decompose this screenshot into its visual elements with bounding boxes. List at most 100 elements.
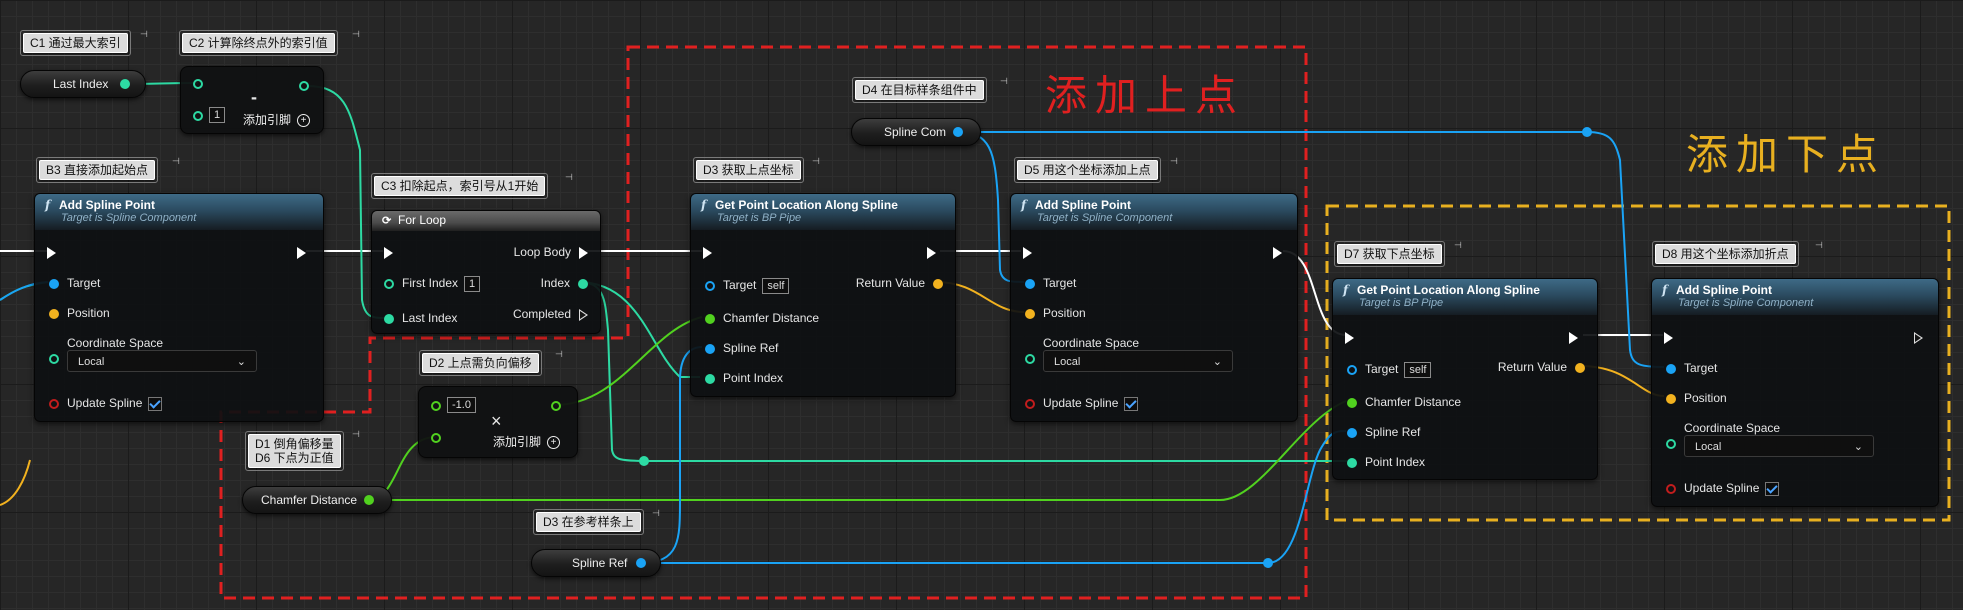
comment-c2[interactable]: C2 计算除终点外的索引值 (179, 30, 338, 56)
comment-c1[interactable]: C1 通过最大索引 (20, 30, 131, 56)
point-index-pin[interactable] (1347, 457, 1357, 468)
exec-arrow-icon[interactable] (579, 246, 588, 259)
subtract-input-b-pin[interactable] (193, 111, 203, 121)
exec-out-pin[interactable] (1569, 329, 1578, 345)
exec-in-pin[interactable] (703, 244, 712, 260)
coordinate-space-pin[interactable] (49, 354, 59, 364)
multiply-value-input[interactable]: -1.0 (447, 397, 476, 413)
multiply-input-a-pin[interactable] (431, 401, 441, 411)
comment-d7[interactable]: D7 获取下点坐标 (1334, 241, 1445, 267)
position-pin[interactable] (1666, 393, 1676, 404)
exec-in-pin[interactable] (47, 244, 56, 260)
return-value-pin[interactable] (933, 278, 943, 289)
comment-d3-ref[interactable]: D3 在参考样条上 (533, 509, 644, 535)
update-spline-checkbox[interactable] (148, 396, 163, 411)
chamfer-distance-pin-row[interactable]: Chamfer Distance (705, 310, 819, 326)
coordinate-space-dropdown[interactable]: Local ⌄ (1043, 350, 1233, 372)
add-spline-point-node-d8[interactable]: f Add Spline Point Target is Spline Compo… (1651, 278, 1939, 507)
subtract-node[interactable]: - 1 添加引脚 + (180, 66, 324, 134)
subtract-value-input[interactable]: 1 (209, 107, 226, 123)
completed-pin-row[interactable]: Completed (513, 306, 588, 322)
for-loop-node[interactable]: ⟳ For Loop Loop Body First Index 1 Index L… (371, 210, 601, 334)
comment-b3[interactable]: B3 直接添加起始点 (35, 157, 159, 183)
comment-d5[interactable]: D5 用这个坐标添加上点 (1014, 157, 1161, 183)
comment-d2[interactable]: D2 上点需负向偏移 (419, 350, 542, 376)
multiply-input-b-pin[interactable] (431, 433, 441, 443)
last-index-pin-row[interactable]: Last Index (384, 310, 457, 326)
last-index-pin[interactable] (384, 313, 394, 324)
position-pin-row[interactable]: Position (1025, 305, 1086, 321)
loop-body-pin-row[interactable]: Loop Body (514, 244, 588, 260)
coordinate-space-pin[interactable] (1025, 354, 1035, 364)
update-spline-checkbox[interactable] (1765, 481, 1780, 496)
index-pin-row[interactable]: Index (541, 275, 588, 291)
comment-d4[interactable]: D4 在目标样条组件中 (852, 77, 987, 103)
target-pin[interactable] (1666, 363, 1676, 374)
update-spline-pin[interactable] (49, 398, 59, 409)
position-pin-row[interactable]: Position (49, 305, 110, 321)
comment-pin-icon[interactable]: ⊣ (812, 157, 820, 166)
update-spline-pin[interactable] (1666, 483, 1676, 494)
comment-pin-icon[interactable]: ⊣ (352, 30, 360, 39)
coordinate-space-pin[interactable] (1666, 439, 1676, 449)
return-value-pin-row[interactable]: Return Value (856, 275, 943, 291)
chamfer-distance-pin[interactable] (705, 313, 715, 324)
get-point-location-node-lower[interactable]: f Get Point Location Along Spline Target … (1332, 278, 1598, 480)
target-pin[interactable] (1025, 278, 1035, 289)
comment-pin-icon[interactable]: ⊣ (565, 173, 573, 182)
spline-ref-output-pin[interactable] (636, 558, 646, 568)
exec-in-pin[interactable] (384, 244, 393, 260)
last-index-variable-node[interactable]: Last Index (20, 70, 146, 98)
subtract-input-a-pin[interactable] (193, 79, 203, 89)
subtract-output-pin[interactable] (299, 81, 309, 91)
point-index-pin-row[interactable]: Point Index (1347, 454, 1425, 470)
first-index-pin[interactable] (384, 278, 394, 289)
target-pin-row[interactable]: Target (1025, 275, 1076, 291)
index-pin[interactable] (578, 278, 588, 289)
spline-ref-pin[interactable] (1347, 427, 1357, 438)
target-pin[interactable] (705, 280, 715, 291)
spline-ref-pin[interactable] (705, 343, 715, 354)
target-pin[interactable] (49, 278, 59, 289)
update-spline-pin-row[interactable]: Update Spline (49, 395, 163, 411)
point-index-pin-row[interactable]: Point Index (705, 370, 783, 386)
comment-pin-icon[interactable]: ⊣ (172, 157, 180, 166)
spline-ref-pin-row[interactable]: Spline Ref (705, 340, 778, 356)
target-pin-row[interactable]: Target self (1347, 361, 1432, 378)
comment-d8[interactable]: D8 用这个坐标添加折点 (1652, 241, 1799, 267)
position-pin[interactable] (1025, 308, 1035, 319)
update-spline-checkbox[interactable] (1124, 396, 1139, 411)
position-pin-row[interactable]: Position (1666, 390, 1727, 406)
multiply-add-pin-button[interactable]: 添加引脚 + (493, 433, 561, 450)
spline-com-variable-node[interactable]: Spline Com (851, 118, 981, 146)
return-value-pin-row[interactable]: Return Value (1498, 359, 1585, 375)
coordinate-space-dropdown[interactable]: Local ⌄ (1684, 435, 1874, 457)
return-value-pin[interactable] (1575, 362, 1585, 373)
multiply-node[interactable]: -1.0 × 添加引脚 + (418, 386, 578, 458)
comment-pin-icon[interactable]: ⊣ (140, 30, 148, 39)
add-spline-point-node-b3[interactable]: f Add Spline Point Target is Spline Compo… (34, 193, 324, 422)
spline-ref-variable-node[interactable]: Spline Ref (531, 549, 661, 577)
comment-pin-icon[interactable]: ⊣ (352, 430, 360, 439)
target-pin-row[interactable]: Target (1666, 360, 1717, 376)
chamfer-distance-variable-node[interactable]: Chamfer Distance (242, 486, 392, 514)
comment-c3[interactable]: C3 扣除起点，索引号从1开始 (370, 173, 549, 199)
comment-d3-upper[interactable]: D3 获取上点坐标 (693, 157, 804, 183)
comment-pin-icon[interactable]: ⊣ (652, 509, 660, 518)
exec-arrow-icon[interactable] (579, 308, 588, 321)
comment-pin-icon[interactable]: ⊣ (1170, 157, 1178, 166)
comment-d1-d6[interactable]: D1 倒角偏移量 D6 下点为正值 (245, 431, 344, 471)
add-spline-point-node-d5[interactable]: f Add Spline Point Target is Spline Compo… (1010, 193, 1298, 422)
first-index-value-input[interactable]: 1 (464, 276, 481, 292)
spline-ref-pin-row[interactable]: Spline Ref (1347, 424, 1420, 440)
target-pin[interactable] (1347, 364, 1357, 375)
get-point-location-node-upper[interactable]: f Get Point Location Along Spline Target … (690, 193, 956, 397)
update-spline-pin-row[interactable]: Update Spline (1666, 480, 1780, 496)
first-index-pin-row[interactable]: First Index 1 (384, 275, 481, 292)
target-pin-row[interactable]: Target (49, 275, 100, 291)
update-spline-pin[interactable] (1025, 398, 1035, 409)
exec-out-pin[interactable] (1273, 244, 1282, 260)
exec-out-pin[interactable] (927, 244, 936, 260)
chamfer-distance-pin-row[interactable]: Chamfer Distance (1347, 394, 1461, 410)
spline-com-output-pin[interactable] (953, 127, 963, 137)
